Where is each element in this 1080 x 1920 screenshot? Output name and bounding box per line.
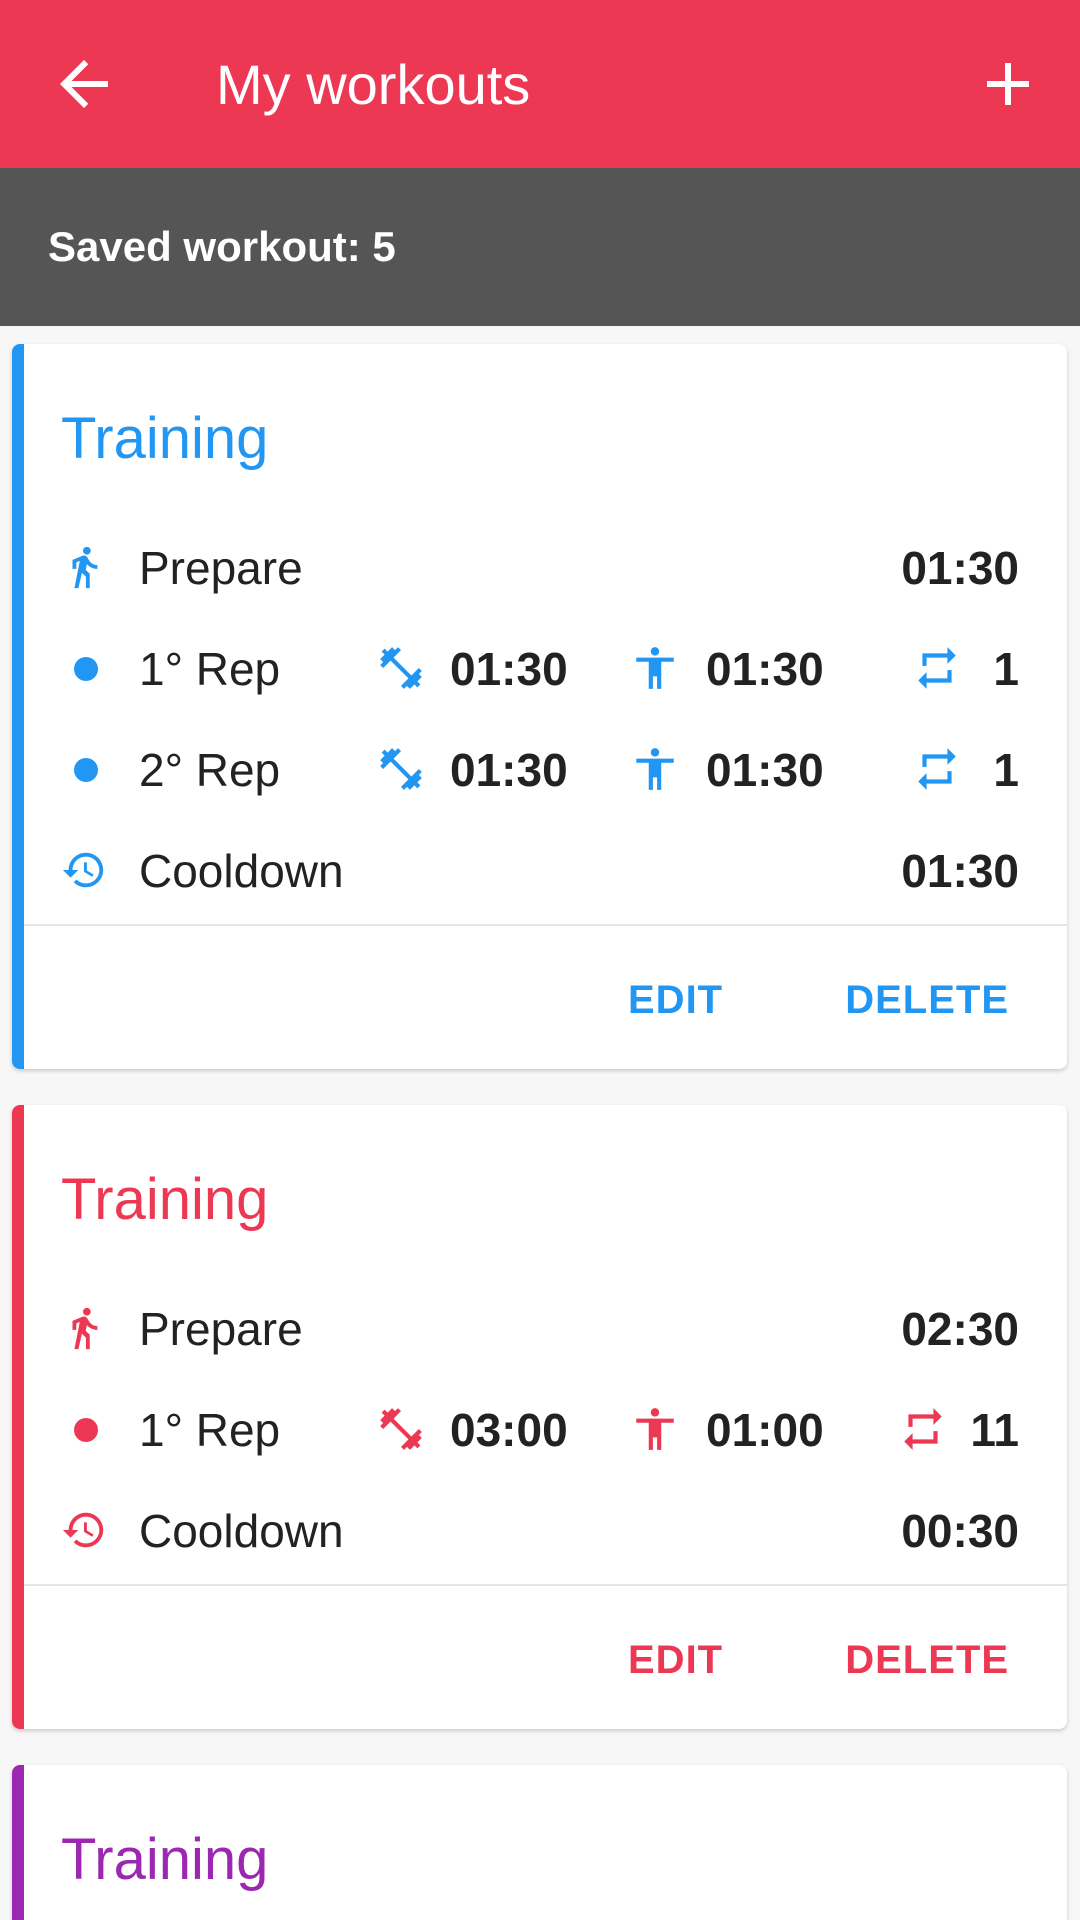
history-icon [61, 1507, 107, 1553]
workout-title: Training [61, 1827, 269, 1892]
rep-row: 2° Rep 01:30 01:30 1 [12, 734, 1067, 804]
rep-dot-icon [74, 1418, 98, 1442]
add-icon[interactable] [972, 48, 1044, 120]
dumbbell-icon [376, 643, 426, 693]
app-bar: My workouts [0, 0, 1080, 168]
cooldown-label: Cooldown [139, 845, 344, 897]
cooldown-label: Cooldown [139, 1505, 344, 1557]
rep-row: 1° Rep 01:30 01:30 1 [12, 633, 1067, 703]
arrow-back-icon[interactable] [48, 48, 120, 120]
repeat-count: 11 [970, 1404, 1019, 1456]
prepare-row: Prepare 01:30 [12, 532, 1067, 602]
rep-label: 1° Rep [139, 643, 281, 695]
prepare-label: Prepare [139, 1303, 303, 1355]
dumbbell-icon [376, 744, 426, 794]
rep-label: 2° Rep [139, 744, 281, 796]
edit-button[interactable]: EDIT [628, 1636, 723, 1684]
prepare-time: 01:30 [901, 542, 1019, 594]
card-accent-stripe [12, 344, 24, 1069]
card-divider [24, 1584, 1067, 1586]
walk-icon [61, 1305, 107, 1351]
saved-count-label: Saved workout: 5 [48, 223, 396, 270]
repeat-icon [912, 643, 962, 693]
workout-card: Training Prepare 01:30 1° Rep 01:30 01:3… [12, 344, 1067, 1069]
rep-dot-icon [74, 657, 98, 681]
history-icon [61, 847, 107, 893]
edit-button[interactable]: EDIT [628, 976, 723, 1024]
repeat-icon [912, 744, 962, 794]
walk-icon [61, 544, 107, 590]
rep-dot-icon [74, 758, 98, 782]
rest-time: 01:30 [706, 643, 824, 695]
repeat-count: 1 [993, 643, 1019, 695]
work-time: 01:30 [450, 643, 568, 695]
rest-time: 01:30 [706, 744, 824, 796]
repeat-count: 1 [993, 744, 1019, 796]
workout-title: Training [61, 406, 269, 471]
rest-person-icon [630, 744, 680, 794]
delete-button[interactable]: DELETE [845, 976, 1009, 1024]
prepare-time: 02:30 [901, 1303, 1019, 1355]
saved-count-bar: Saved workout: 5 [0, 168, 1080, 326]
work-time: 01:30 [450, 744, 568, 796]
rest-person-icon [630, 643, 680, 693]
workout-title: Training [61, 1167, 269, 1232]
card-accent-stripe [12, 1765, 24, 1920]
prepare-row: Prepare 02:30 [12, 1293, 1067, 1363]
card-divider [24, 924, 1067, 926]
prepare-label: Prepare [139, 542, 303, 594]
workout-card: Training Prepare 02:30 1° Rep 03:00 01:0… [12, 1105, 1067, 1729]
repeat-icon [898, 1404, 948, 1454]
dumbbell-icon [376, 1404, 426, 1454]
rep-row: 1° Rep 03:00 01:00 11 [12, 1394, 1067, 1464]
cooldown-row: Cooldown 00:30 [12, 1495, 1067, 1565]
cooldown-time: 01:30 [901, 845, 1019, 897]
page-title: My workouts [216, 53, 531, 116]
delete-button[interactable]: DELETE [845, 1636, 1009, 1684]
rest-person-icon [630, 1404, 680, 1454]
rep-label: 1° Rep [139, 1404, 281, 1456]
cooldown-time: 00:30 [901, 1505, 1019, 1557]
work-time: 03:00 [450, 1404, 568, 1456]
workout-card: Training [12, 1765, 1067, 1920]
cooldown-row: Cooldown 01:30 [12, 835, 1067, 905]
rest-time: 01:00 [706, 1404, 824, 1456]
